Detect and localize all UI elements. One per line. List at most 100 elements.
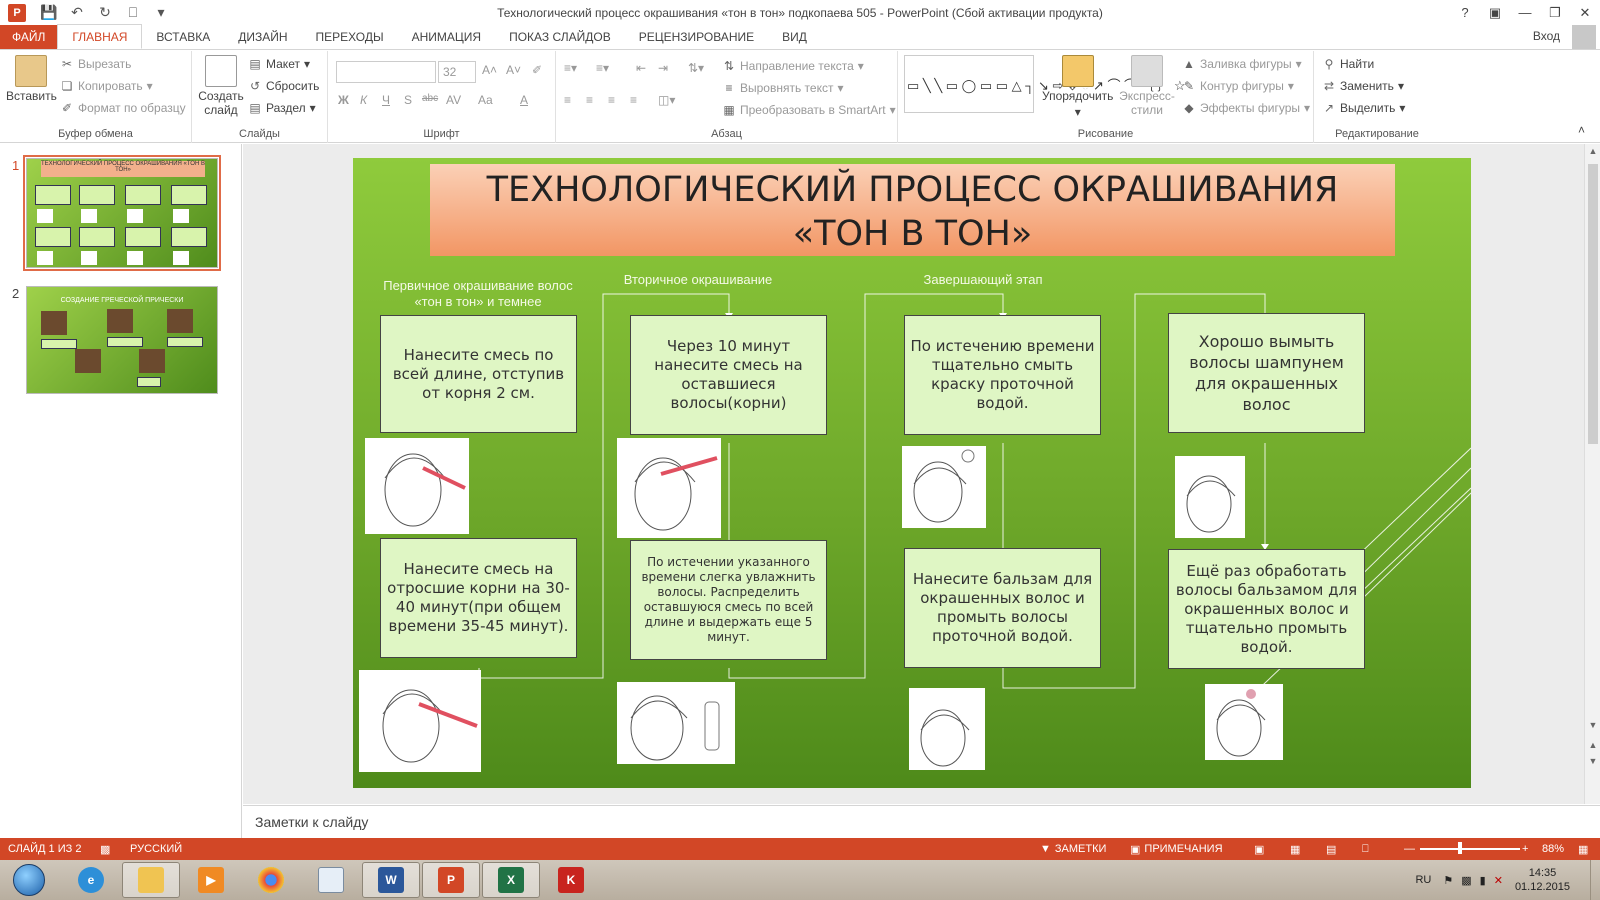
align-text-button[interactable]: ≡ Выровнять текст ▾	[722, 81, 843, 95]
comments-toggle[interactable]: ▣ ПРИМЕЧАНИЯ	[1130, 843, 1223, 856]
taskbar-media-player[interactable]: ▶	[182, 862, 240, 898]
slide-title[interactable]: ТЕХНОЛОГИЧЕСКИЙ ПРОЦЕСС ОКРАШИВАНИЯ «ТОН…	[430, 168, 1395, 256]
font-color-button[interactable]: A	[520, 93, 528, 107]
step-box[interactable]: Нанесите смесь по всей длине, отступив о…	[380, 315, 577, 433]
select-button[interactable]: ↗ Выделить ▾	[1322, 101, 1405, 115]
align-center-icon[interactable]: ≡	[586, 93, 593, 107]
change-case-button[interactable]: Aa	[478, 93, 493, 107]
spellcheck-icon[interactable]: ▩	[100, 843, 110, 856]
taskbar-chrome[interactable]	[242, 862, 300, 898]
collapse-ribbon-icon[interactable]: ˄	[1578, 123, 1585, 137]
scrollbar-thumb[interactable]	[1588, 164, 1598, 444]
font-name-combobox[interactable]	[336, 61, 436, 83]
step-box[interactable]: По истечению времени тщательно смыть кра…	[904, 315, 1101, 435]
shapes-gallery[interactable]: ▭ ╲ ╲ ▭ ◯ ▭ ▭ △ ┐ ↘ ⇨ ⇩ ◔ ↗ ⌒ ⌒ ｛ ｝ ☆	[904, 55, 1186, 113]
step-box[interactable]: Ещё раз обработать волосы бальзамом для …	[1168, 549, 1365, 669]
layout-button[interactable]: ▤ Макет ▾	[248, 57, 310, 71]
notes-toggle[interactable]: ▼ ЗАМЕТКИ	[1040, 843, 1106, 855]
text-shadow-button[interactable]: S	[404, 93, 412, 107]
ribbon-display-options-icon[interactable]: ▣	[1480, 0, 1510, 25]
tab-file[interactable]: ФАЙЛ	[0, 25, 58, 49]
volume-muted-icon[interactable]: ✕	[1494, 874, 1503, 887]
restore-icon[interactable]: ❐	[1540, 0, 1570, 25]
close-icon[interactable]: ✕	[1570, 0, 1600, 25]
stage-label[interactable]: Завершающий этап	[883, 272, 1083, 288]
minimize-icon[interactable]: —	[1510, 0, 1540, 25]
zoom-level[interactable]: 88%	[1542, 843, 1564, 855]
copy-button[interactable]: ❏ Копировать ▾	[60, 79, 153, 93]
step-box[interactable]: Нанесите смесь на отросшие корни на 30-4…	[380, 538, 577, 658]
battery-icon[interactable]: ▮	[1480, 874, 1486, 887]
line-spacing-icon[interactable]: ⇅▾	[688, 61, 704, 75]
font-size-combobox[interactable]: 32	[438, 61, 476, 83]
slide-thumbnail-1[interactable]: ТЕХНОЛОГИЧЕСКИЙ ПРОЦЕСС ОКРАШИВАНИЯ «ТОН…	[23, 155, 221, 271]
justify-icon[interactable]: ≡	[630, 93, 637, 107]
taskbar-app[interactable]	[302, 862, 360, 898]
new-slide-button[interactable]: Создать слайд	[198, 55, 244, 117]
stage-label[interactable]: Первичное окрашивание волос «тон в тон» …	[373, 278, 583, 310]
avatar[interactable]	[1572, 25, 1596, 49]
next-slide-icon[interactable]: ▼	[1585, 756, 1600, 766]
grow-font-icon[interactable]: A˄	[482, 63, 497, 77]
italic-button[interactable]: К	[360, 93, 367, 107]
help-button[interactable]: ?	[1450, 0, 1480, 25]
bold-button[interactable]: Ж	[338, 93, 349, 107]
language-indicator[interactable]: РУССКИЙ	[130, 843, 182, 855]
stage-label[interactable]: Вторичное окрашивание	[603, 272, 793, 288]
increase-indent-icon[interactable]: ⇥	[658, 61, 668, 75]
strikethrough-button[interactable]: abc	[422, 93, 438, 104]
text-direction-button[interactable]: ⇅ Направление текста ▾	[722, 59, 864, 73]
notes-pane[interactable]: Заметки к слайду	[243, 805, 1600, 838]
replace-button[interactable]: ⇄ Заменить ▾	[1322, 79, 1404, 93]
slideshow-from-start-icon[interactable]: ⎕	[122, 4, 144, 21]
bullets-icon[interactable]: ≡▾	[564, 61, 577, 75]
columns-icon[interactable]: ◫▾	[658, 93, 675, 107]
tab-insert[interactable]: ВСТАВКА	[142, 25, 224, 49]
slide-thumbnail-2[interactable]: СОЗДАНИЕ ГРЕЧЕСКОЙ ПРИЧЕСКИ	[26, 286, 218, 394]
tab-review[interactable]: РЕЦЕНЗИРОВАНИЕ	[625, 25, 768, 49]
tab-design[interactable]: ДИЗАЙН	[224, 25, 301, 49]
taskbar-explorer[interactable]	[122, 862, 180, 898]
tab-transitions[interactable]: ПЕРЕХОДЫ	[302, 25, 398, 49]
scroll-down-icon[interactable]: ▼	[1585, 720, 1600, 730]
step-box[interactable]: По истечении указанного времени слегка у…	[630, 540, 827, 660]
start-button[interactable]	[4, 862, 54, 898]
step-box[interactable]: Хорошо вымыть волосы шампунем для окраше…	[1168, 313, 1365, 433]
taskbar-word[interactable]: W	[362, 862, 420, 898]
vertical-scrollbar[interactable]: ▲ ▼ ▲ ▼	[1584, 144, 1600, 804]
zoom-slider-thumb[interactable]	[1458, 842, 1462, 854]
arrange-button[interactable]: Упорядочить ▾	[1042, 55, 1113, 119]
slide-canvas[interactable]: ТЕХНОЛОГИЧЕСКИЙ ПРОЦЕСС ОКРАШИВАНИЯ «ТОН…	[353, 158, 1471, 788]
underline-button[interactable]: Ч	[382, 93, 390, 107]
undo-icon[interactable]: ↶	[66, 4, 88, 21]
find-button[interactable]: ⚲ Найти	[1322, 57, 1375, 71]
cut-button[interactable]: ✂ Вырезать	[60, 57, 131, 71]
previous-slide-icon[interactable]: ▲	[1585, 740, 1600, 750]
slideshow-icon[interactable]: ⎕	[1362, 843, 1369, 856]
shrink-font-icon[interactable]: A˅	[506, 63, 521, 77]
zoom-slider[interactable]	[1420, 848, 1520, 850]
section-button[interactable]: ▤ Раздел ▾	[248, 101, 315, 115]
slide-sorter-icon[interactable]: ▦	[1290, 843, 1300, 856]
taskbar-ie[interactable]: e	[62, 862, 120, 898]
convert-smartart-button[interactable]: ▦ Преобразовать в SmartArt ▾	[722, 103, 895, 117]
tab-slideshow[interactable]: ПОКАЗ СЛАЙДОВ	[495, 25, 625, 49]
zoom-in-icon[interactable]: +	[1522, 843, 1528, 855]
format-painter-button[interactable]: ✐ Формат по образцу	[60, 101, 186, 115]
decrease-indent-icon[interactable]: ⇤	[636, 61, 646, 75]
step-box[interactable]: Через 10 минут нанесите смесь на оставши…	[630, 315, 827, 435]
shape-fill-button[interactable]: ▲ Заливка фигуры ▾	[1182, 57, 1302, 71]
sign-in-link[interactable]: Вход	[1533, 29, 1560, 43]
taskbar-excel[interactable]: X	[482, 862, 540, 898]
numbering-icon[interactable]: ≡▾	[596, 61, 609, 75]
clock[interactable]: 14:35 01.12.2015	[1515, 866, 1570, 894]
step-box[interactable]: Нанесите бальзам для окрашенных волос и …	[904, 548, 1101, 668]
reading-view-icon[interactable]: ▤	[1326, 843, 1336, 856]
shape-outline-button[interactable]: ✎ Контур фигуры ▾	[1182, 79, 1294, 93]
paste-button[interactable]: Вставить	[6, 55, 57, 103]
scroll-up-icon[interactable]: ▲	[1585, 146, 1600, 156]
tab-animations[interactable]: АНИМАЦИЯ	[398, 25, 495, 49]
customize-qat-icon[interactable]: ▾	[150, 4, 172, 21]
save-icon[interactable]: 💾	[38, 4, 60, 21]
shape-effects-button[interactable]: ◆ Эффекты фигуры ▾	[1182, 101, 1310, 115]
